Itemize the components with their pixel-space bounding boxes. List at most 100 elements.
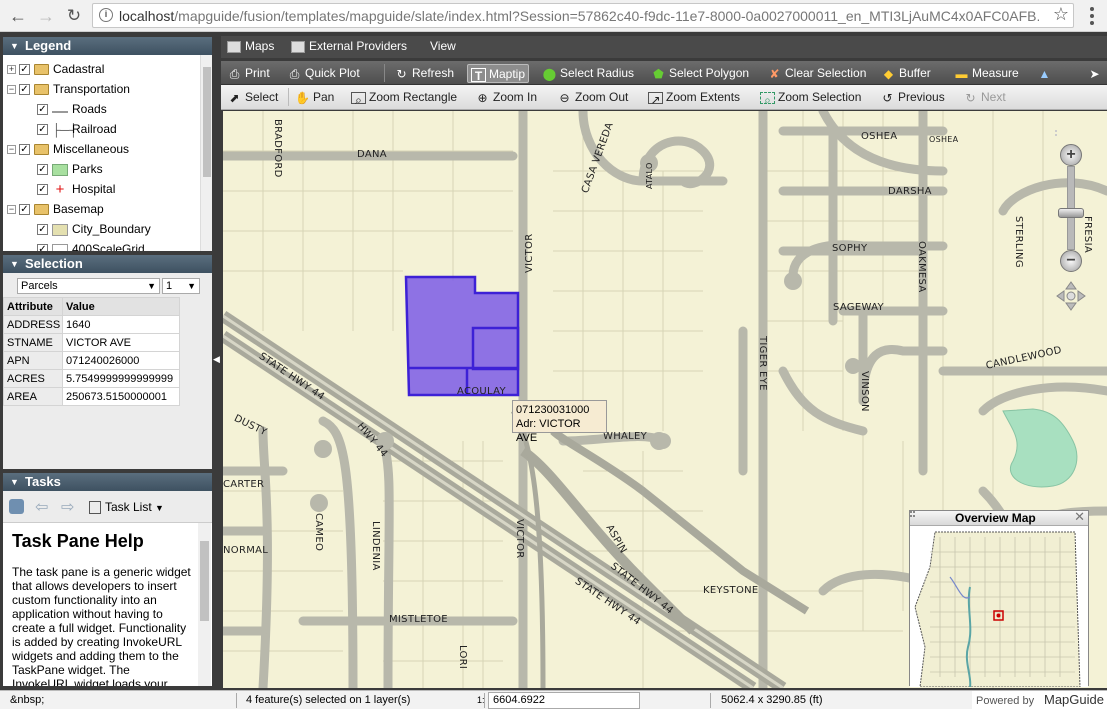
overview-map-canvas[interactable] xyxy=(910,527,1088,687)
layer-checkbox[interactable]: ✓ xyxy=(19,84,30,96)
back-arrow-icon[interactable]: ← xyxy=(6,4,30,28)
menu-maps[interactable]: Maps xyxy=(227,36,274,58)
scale-input[interactable]: 6604.6922 xyxy=(488,692,640,709)
layer-checkbox[interactable]: ✓ xyxy=(37,244,48,251)
maptip-button[interactable]: T Maptip xyxy=(467,64,530,83)
button-label: Zoom Selection xyxy=(778,90,862,104)
measure-button[interactable]: ▬ Measure xyxy=(951,64,1022,83)
layer-checkbox[interactable]: ✓ xyxy=(19,144,30,156)
legend-item-label: Miscellaneous xyxy=(53,142,130,156)
print-button[interactable]: ⎙ Print xyxy=(224,64,273,83)
layer-checkbox[interactable]: ✓ xyxy=(19,64,30,76)
layer-checkbox[interactable]: ✓ xyxy=(37,184,48,196)
grip-icon[interactable] xyxy=(1053,128,1089,138)
browser-menu-icon[interactable] xyxy=(1084,5,1100,27)
tasks-header[interactable]: ▼ Tasks xyxy=(3,473,212,491)
clear-selection-icon: ✘ xyxy=(769,66,780,81)
panel-splitter[interactable]: ◀ xyxy=(213,36,221,688)
select-tool-button[interactable]: ⬈ Select xyxy=(224,88,281,107)
selected-parcels[interactable] xyxy=(404,275,520,397)
task-forward-icon[interactable]: ⇨ xyxy=(61,497,74,517)
tool-icon: ▲ xyxy=(1038,66,1051,81)
zoom-handle[interactable] xyxy=(1058,208,1084,218)
zoom-in-button[interactable]: ⊕ Zoom In xyxy=(472,88,540,107)
clear-selection-button[interactable]: ✘ Clear Selection xyxy=(764,64,869,83)
zoom-out-icon[interactable]: − xyxy=(1060,250,1082,272)
bookmark-star-icon[interactable]: ☆ xyxy=(1053,4,1069,25)
layer-checkbox[interactable]: ✓ xyxy=(37,224,48,236)
previous-view-button[interactable]: ↺ Previous xyxy=(877,88,948,107)
toolbar-overflow-button[interactable]: ➤ xyxy=(1084,64,1107,83)
legend-item-railroad[interactable]: ✓ ├─┤Railroad xyxy=(37,119,117,139)
button-label: Select Polygon xyxy=(669,66,750,80)
forward-arrow-icon[interactable]: → xyxy=(34,4,58,28)
menu-view[interactable]: View xyxy=(430,36,456,58)
selected-layer-value: Parcels xyxy=(21,280,58,292)
selection-header[interactable]: ▼ Selection xyxy=(3,255,212,273)
street-label: DANA xyxy=(357,149,387,160)
collapse-icon[interactable]: − xyxy=(7,205,16,215)
collapse-triangle-icon[interactable]: ▼ xyxy=(10,473,19,491)
legend-item-parks[interactable]: ✓ Parks xyxy=(37,159,103,179)
zoom-rectangle-button[interactable]: ⌕ Zoom Rectangle xyxy=(348,88,460,107)
legend-item-label: 400ScaleGrid xyxy=(72,242,145,251)
next-view-button[interactable]: ↻ Next xyxy=(960,88,1009,107)
refresh-button[interactable]: ↻ Refresh xyxy=(391,64,457,83)
button-label: Maptip xyxy=(489,67,526,81)
legend-item-cadastral[interactable]: + ✓ Cadastral xyxy=(7,59,104,79)
menu-external-providers[interactable]: External Providers xyxy=(291,36,407,58)
zoom-in-icon[interactable]: + xyxy=(1060,144,1082,166)
layer-checkbox[interactable]: ✓ xyxy=(37,124,48,136)
scroll-thumb[interactable] xyxy=(200,541,209,621)
collapse-left-icon[interactable]: ◀ xyxy=(213,354,220,365)
collapse-icon[interactable]: − xyxy=(7,145,16,155)
legend-item-roads[interactable]: ✓ Roads xyxy=(37,99,107,119)
tool-extra-button[interactable]: ▲ xyxy=(1034,64,1058,83)
legend-item-transportation[interactable]: − ✓ Transportation xyxy=(7,79,130,99)
quick-plot-button[interactable]: ⎙ Quick Plot xyxy=(284,64,363,83)
menu-label: View xyxy=(430,39,456,53)
printer-icon: ⎙ xyxy=(289,66,300,81)
legend-item-city-boundary[interactable]: ✓ City_Boundary xyxy=(37,219,151,239)
map-view[interactable]: BRADFORD DANA CASA VEREDA ATALO OSHEA OS… xyxy=(223,111,1107,688)
home-icon[interactable] xyxy=(9,499,24,514)
task-pane-scrollbar[interactable] xyxy=(198,523,211,686)
expand-icon[interactable]: + xyxy=(7,65,16,75)
selection-layer-select[interactable]: Parcels ▼ xyxy=(17,278,160,294)
legend-scrollbar[interactable] xyxy=(200,55,212,251)
zoom-selection-button[interactable]: ⌕ Zoom Selection xyxy=(757,88,864,107)
collapse-triangle-icon[interactable]: ▼ xyxy=(10,37,19,55)
collapse-triangle-icon[interactable]: ▼ xyxy=(10,255,19,273)
legend-item-miscellaneous[interactable]: − ✓ Miscellaneous xyxy=(7,139,129,159)
layer-checkbox[interactable]: ✓ xyxy=(19,204,30,216)
legend-item-basemap[interactable]: − ✓ Basemap xyxy=(7,199,104,219)
reload-icon[interactable]: ↻ xyxy=(62,4,86,28)
url-text[interactable]: localhost/mapguide/fusion/templates/mapg… xyxy=(119,8,1039,24)
selection-index-select[interactable]: 1 ▼ xyxy=(162,278,200,294)
task-back-icon[interactable]: ⇦ xyxy=(35,497,48,517)
scroll-thumb[interactable] xyxy=(203,67,211,177)
layer-checkbox[interactable]: ✓ xyxy=(37,104,48,116)
pan-tool-button[interactable]: ✋ Pan xyxy=(292,88,337,107)
legend-header[interactable]: ▼ Legend xyxy=(3,37,212,55)
collapse-icon[interactable]: − xyxy=(7,85,16,95)
select-radius-button[interactable]: ⬤ Select Radius xyxy=(539,64,637,83)
boundary-area-icon xyxy=(52,223,68,236)
grip-icon[interactable] xyxy=(910,511,916,520)
task-list-button[interactable]: Task List ▼ xyxy=(89,500,164,515)
pan-arrows-icon[interactable] xyxy=(1055,280,1087,312)
zoom-out-button[interactable]: ⊖ Zoom Out xyxy=(554,88,631,107)
status-separator xyxy=(710,693,711,708)
overview-map[interactable]: Overview Map ✕ xyxy=(909,510,1089,687)
zoom-extents-button[interactable]: ↗ Zoom Extents xyxy=(645,88,743,107)
layer-checkbox[interactable]: ✓ xyxy=(37,164,48,176)
attribute-name: ADDRESS xyxy=(3,315,63,334)
legend-item-hospital[interactable]: ✓ + Hospital xyxy=(37,179,115,199)
close-icon[interactable]: ✕ xyxy=(1074,510,1085,524)
select-polygon-button[interactable]: ⬟ Select Polygon xyxy=(648,64,752,83)
overview-map-header[interactable]: Overview Map ✕ xyxy=(910,510,1088,526)
info-icon[interactable]: i xyxy=(99,8,113,22)
legend-item-400scalegrid[interactable]: ✓ 400ScaleGrid xyxy=(37,239,145,251)
address-bar[interactable]: i localhost/mapguide/fusion/templates/ma… xyxy=(92,3,1074,28)
buffer-button[interactable]: ◆ Buffer xyxy=(878,64,934,83)
